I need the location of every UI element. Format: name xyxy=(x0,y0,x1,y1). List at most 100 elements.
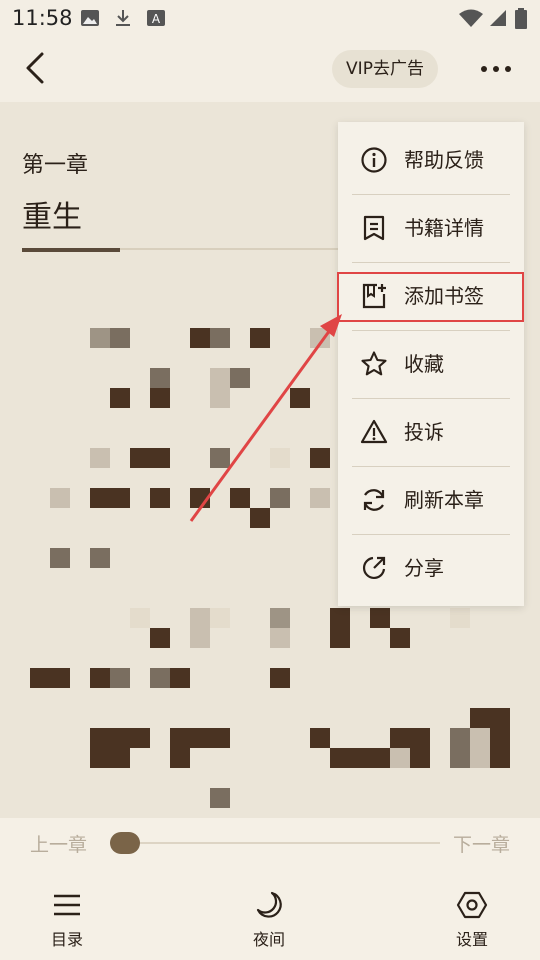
mosaic-block xyxy=(50,548,70,568)
mosaic-block xyxy=(110,668,130,688)
menu-divider xyxy=(352,262,510,263)
mosaic-block xyxy=(110,328,130,348)
book-detail-icon xyxy=(363,215,385,241)
mosaic-block xyxy=(450,748,470,768)
image-icon xyxy=(81,10,99,26)
mosaic-block xyxy=(470,708,490,728)
svg-text:A: A xyxy=(152,12,161,26)
info-icon xyxy=(361,147,387,173)
star-icon xyxy=(361,351,387,376)
mosaic-block xyxy=(210,328,230,348)
menu-item-report[interactable]: 投诉 xyxy=(352,402,510,462)
mosaic-block xyxy=(250,328,270,348)
mosaic-block xyxy=(270,608,290,628)
mosaic-block xyxy=(190,488,210,508)
share-icon xyxy=(362,556,386,580)
progress-track[interactable] xyxy=(110,842,440,844)
next-chapter-button[interactable]: 下一章 xyxy=(453,830,510,857)
mosaic-block xyxy=(210,608,230,628)
menu-list-icon xyxy=(54,894,80,916)
mosaic-block xyxy=(390,728,410,748)
mosaic-block xyxy=(170,668,190,688)
mosaic-block xyxy=(90,328,110,348)
mosaic-block xyxy=(370,608,390,628)
mosaic-block xyxy=(150,368,170,388)
mosaic-block xyxy=(410,728,430,748)
prev-chapter-button[interactable]: 上一章 xyxy=(30,830,87,857)
mosaic-block xyxy=(270,668,290,688)
mosaic-block xyxy=(110,748,130,768)
mosaic-block xyxy=(90,668,110,688)
mosaic-block xyxy=(110,388,130,408)
nav-settings[interactable]: 设置 xyxy=(432,890,512,954)
battery-icon xyxy=(515,8,527,29)
chevron-left-icon[interactable] xyxy=(18,50,54,86)
mosaic-block xyxy=(450,608,470,628)
nav-label: 设置 xyxy=(455,930,488,949)
status-time: 11:58 xyxy=(12,6,73,30)
mosaic-block xyxy=(230,368,250,388)
mosaic-block xyxy=(250,508,270,528)
menu-item-label: 投诉 xyxy=(404,420,444,444)
nav-night-mode[interactable]: 夜间 xyxy=(229,890,309,954)
menu-divider xyxy=(352,466,510,467)
mosaic-block xyxy=(150,668,170,688)
mosaic-block xyxy=(110,728,130,748)
mosaic-block xyxy=(210,388,230,408)
settings-hexagon-icon xyxy=(456,891,488,919)
mosaic-block xyxy=(330,608,350,628)
mosaic-block xyxy=(330,628,350,648)
mosaic-block xyxy=(490,728,510,748)
menu-divider xyxy=(352,534,510,535)
menu-item-label: 书籍详情 xyxy=(404,216,484,240)
mosaic-block xyxy=(210,448,230,468)
mosaic-block xyxy=(470,748,490,768)
mosaic-block xyxy=(390,748,410,768)
mosaic-block xyxy=(370,748,390,768)
mosaic-block xyxy=(190,608,210,628)
moon-icon xyxy=(256,891,282,918)
mosaic-block xyxy=(210,788,230,808)
menu-divider xyxy=(352,194,510,195)
menu-item-label: 刷新本章 xyxy=(404,488,484,512)
mosaic-block xyxy=(410,748,430,768)
more-dots-icon[interactable] xyxy=(474,56,518,82)
menu-item-share[interactable]: 分享 xyxy=(352,538,510,598)
bottom-nav: 目录 夜间 设置 xyxy=(0,868,540,960)
menu-divider xyxy=(352,398,510,399)
menu-divider xyxy=(352,330,510,331)
mosaic-block xyxy=(190,728,210,748)
mosaic-block xyxy=(310,328,330,348)
mosaic-block xyxy=(390,628,410,648)
nav-catalog[interactable]: 目录 xyxy=(27,890,107,954)
mosaic-block xyxy=(130,728,150,748)
mosaic-block xyxy=(130,608,150,628)
menu-item-favorite[interactable]: 收藏 xyxy=(352,334,510,394)
warning-icon xyxy=(360,419,388,444)
font-icon: A xyxy=(147,10,165,26)
mosaic-block xyxy=(310,728,330,748)
menu-item-label: 帮助反馈 xyxy=(404,148,484,172)
mosaic-block xyxy=(150,628,170,648)
progress-slider-knob[interactable] xyxy=(110,832,140,854)
mosaic-block xyxy=(230,488,250,508)
wifi-icon xyxy=(459,9,483,27)
more-options-menu: 帮助反馈 书籍详情 添加书签 收藏 投诉 刷新本章 分享 xyxy=(338,122,524,606)
menu-item-book-details[interactable]: 书籍详情 xyxy=(352,198,510,258)
mosaic-block xyxy=(150,488,170,508)
mosaic-block xyxy=(30,668,50,688)
nav-label: 目录 xyxy=(50,930,83,949)
mosaic-block xyxy=(170,748,190,768)
mosaic-block xyxy=(270,448,290,468)
mosaic-block xyxy=(90,488,110,508)
mosaic-block xyxy=(270,628,290,648)
mosaic-block xyxy=(150,448,170,468)
menu-item-refresh-chapter[interactable]: 刷新本章 xyxy=(352,470,510,530)
status-bar: 11:58 A xyxy=(0,0,540,36)
menu-item-help-feedback[interactable]: 帮助反馈 xyxy=(352,130,510,190)
signal-icon xyxy=(490,10,506,26)
vip-remove-ads-button[interactable]: VIP去广告 xyxy=(332,50,438,88)
mosaic-block xyxy=(490,748,510,768)
mosaic-block xyxy=(190,628,210,648)
mosaic-block xyxy=(130,448,150,468)
